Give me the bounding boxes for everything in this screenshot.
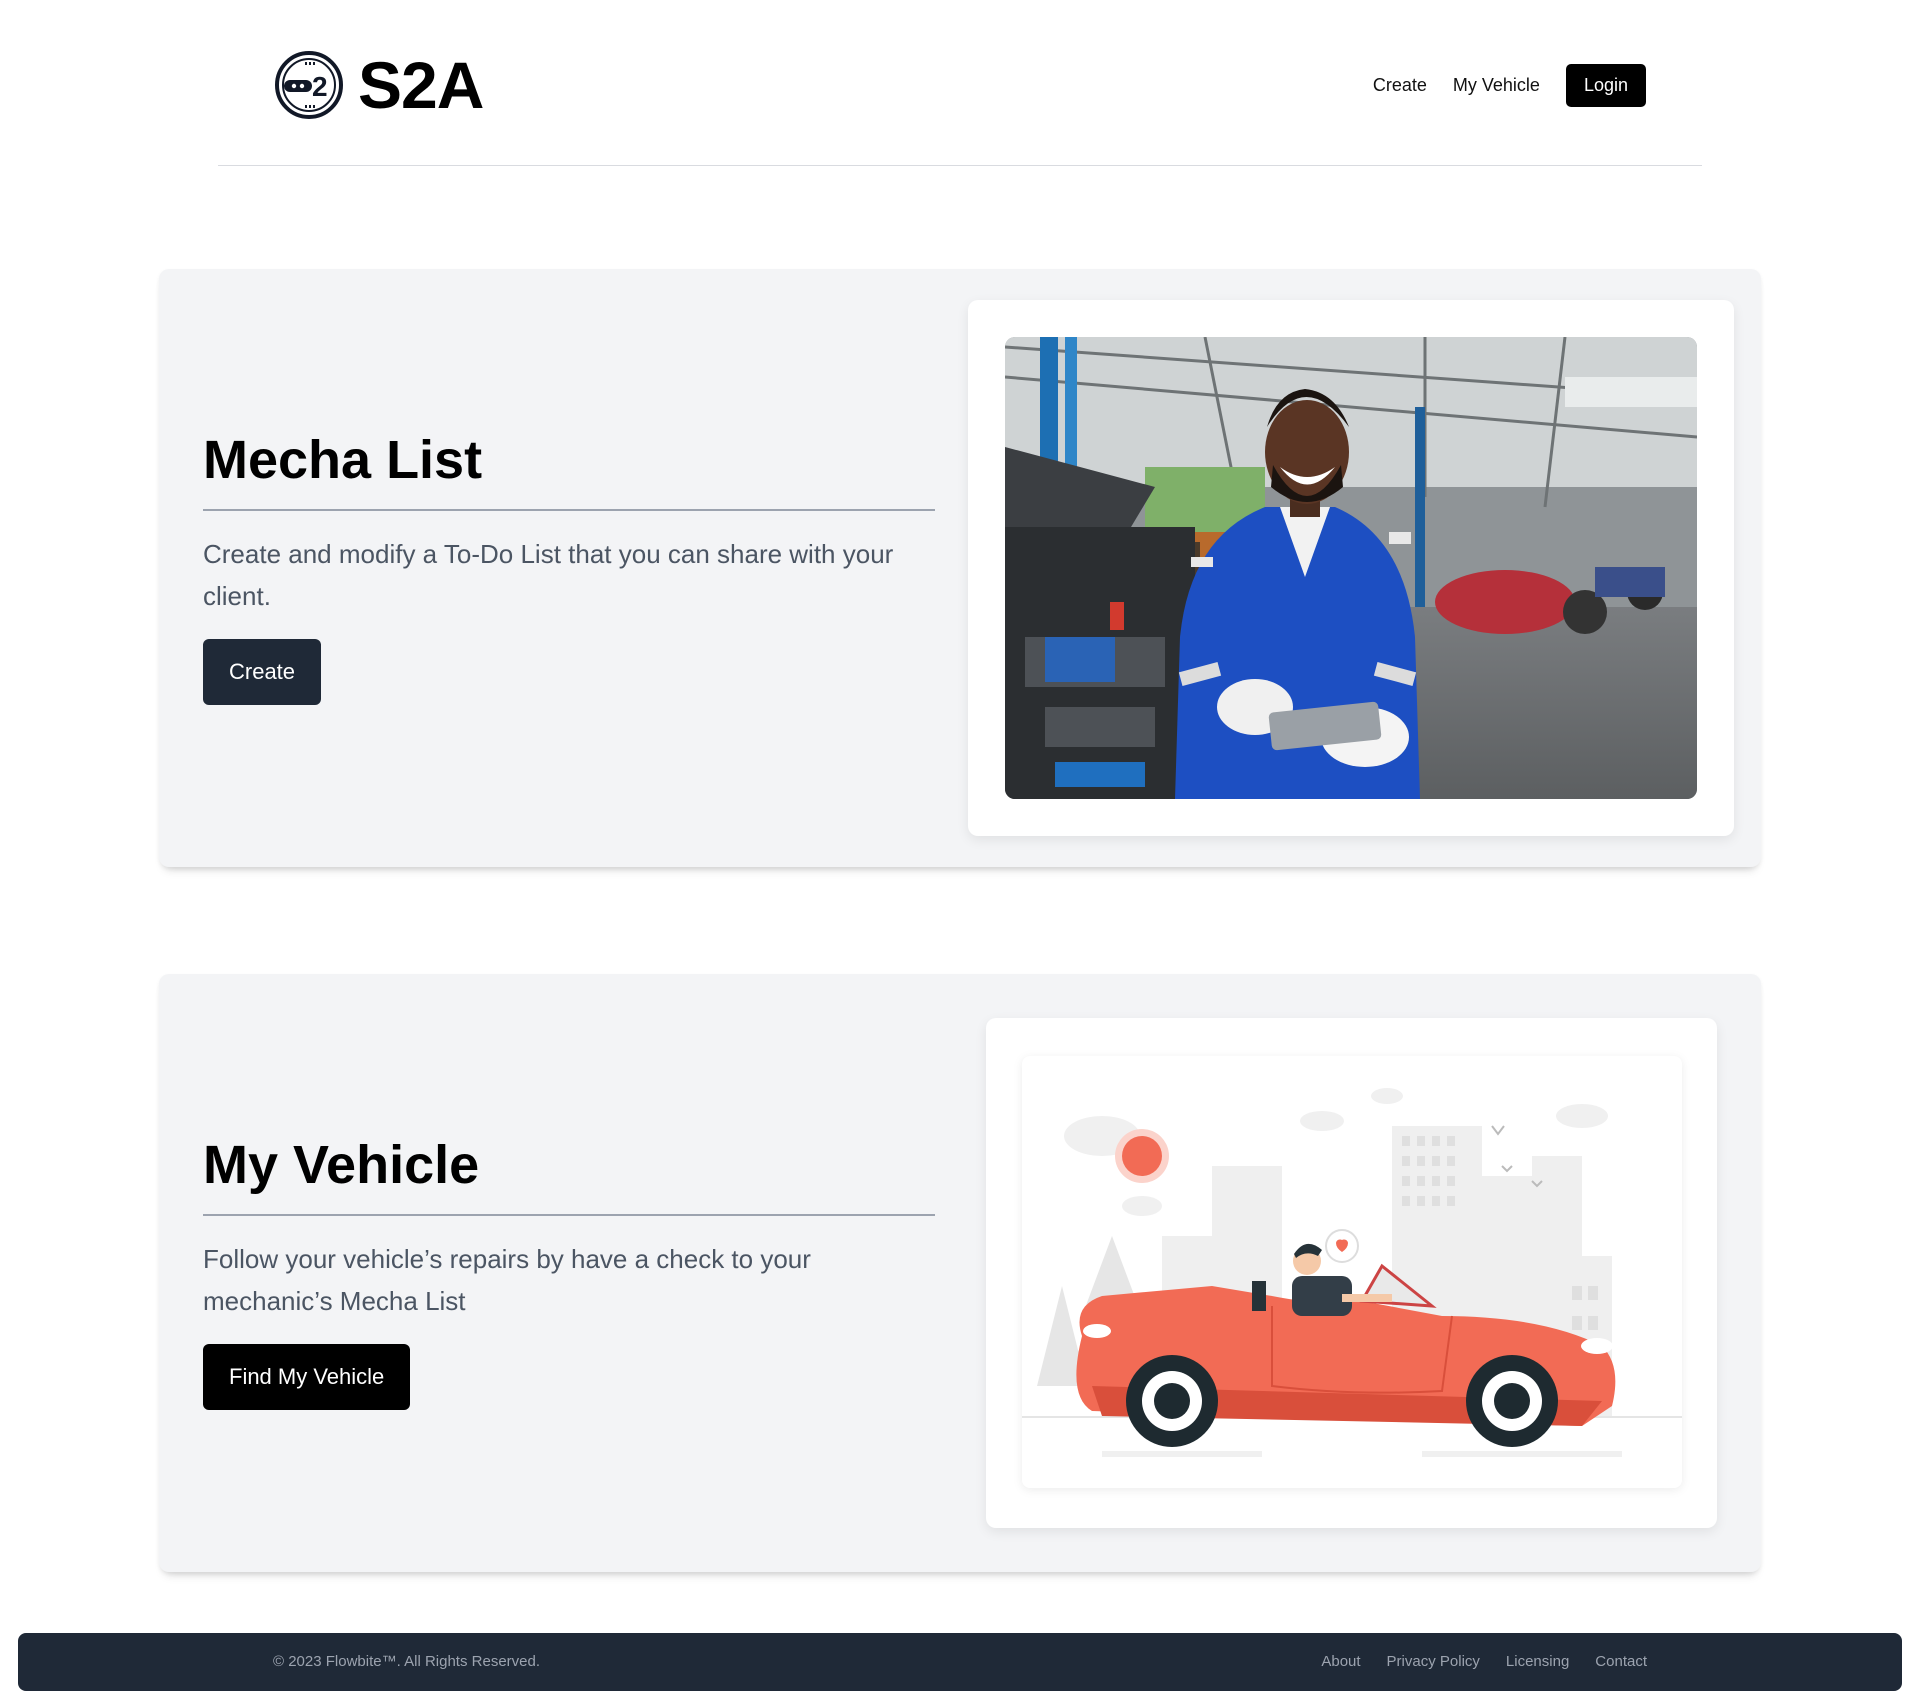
section-description: Create and modify a To-Do List that you … (203, 539, 894, 612)
my-vehicle-section: My Vehicle Follow your vehicle’s repairs… (159, 974, 1761, 1572)
footer-link-privacy-policy[interactable]: Privacy Policy (1387, 1653, 1480, 1670)
mechanic-photo (1005, 337, 1697, 799)
image-frame (968, 300, 1734, 836)
section-title: Mecha List (203, 429, 935, 512)
mechanic-photo-drawing (1005, 337, 1697, 799)
logo-text: 2 (312, 71, 328, 102)
find-my-vehicle-button[interactable]: Find My Vehicle (203, 1344, 411, 1411)
site-header: 2 S2A Create My Vehicle Login (218, 0, 1702, 166)
section-title: My Vehicle (203, 1134, 935, 1217)
car-illustration-drawing (1022, 1088, 1682, 1457)
footer-links: About Privacy Policy Licensing Contact (1321, 1653, 1647, 1670)
my-vehicle-text: My Vehicle Follow your vehicle’s repairs… (203, 1134, 935, 1411)
convertible-car-illustration (1022, 1056, 1682, 1488)
car-logo-icon: 2 (275, 51, 343, 119)
mecha-list-text: Mecha List Create and modify a To-Do Lis… (203, 429, 935, 706)
footer-link-contact[interactable]: Contact (1595, 1653, 1647, 1670)
nav-create-link[interactable]: Create (1373, 75, 1427, 96)
login-button[interactable]: Login (1565, 64, 1646, 107)
footer-copyright: © 2023 Flowbite™. All Rights Reserved. (273, 1653, 541, 1670)
image-frame (986, 1018, 1717, 1528)
footer-link-about[interactable]: About (1321, 1653, 1360, 1670)
footer-link-licensing[interactable]: Licensing (1506, 1653, 1569, 1670)
create-button[interactable]: Create (203, 639, 322, 706)
mecha-list-section: Mecha List Create and modify a To-Do Lis… (159, 269, 1761, 867)
main-nav: Create My Vehicle Login (1373, 64, 1646, 107)
brand[interactable]: 2 S2A (274, 48, 484, 122)
section-description: Follow your vehicle’s repairs by have a … (203, 1244, 811, 1317)
site-footer: © 2023 Flowbite™. All Rights Reserved. A… (18, 1633, 1902, 1691)
brand-name: S2A (358, 48, 484, 122)
nav-my-vehicle-link[interactable]: My Vehicle (1453, 75, 1540, 96)
